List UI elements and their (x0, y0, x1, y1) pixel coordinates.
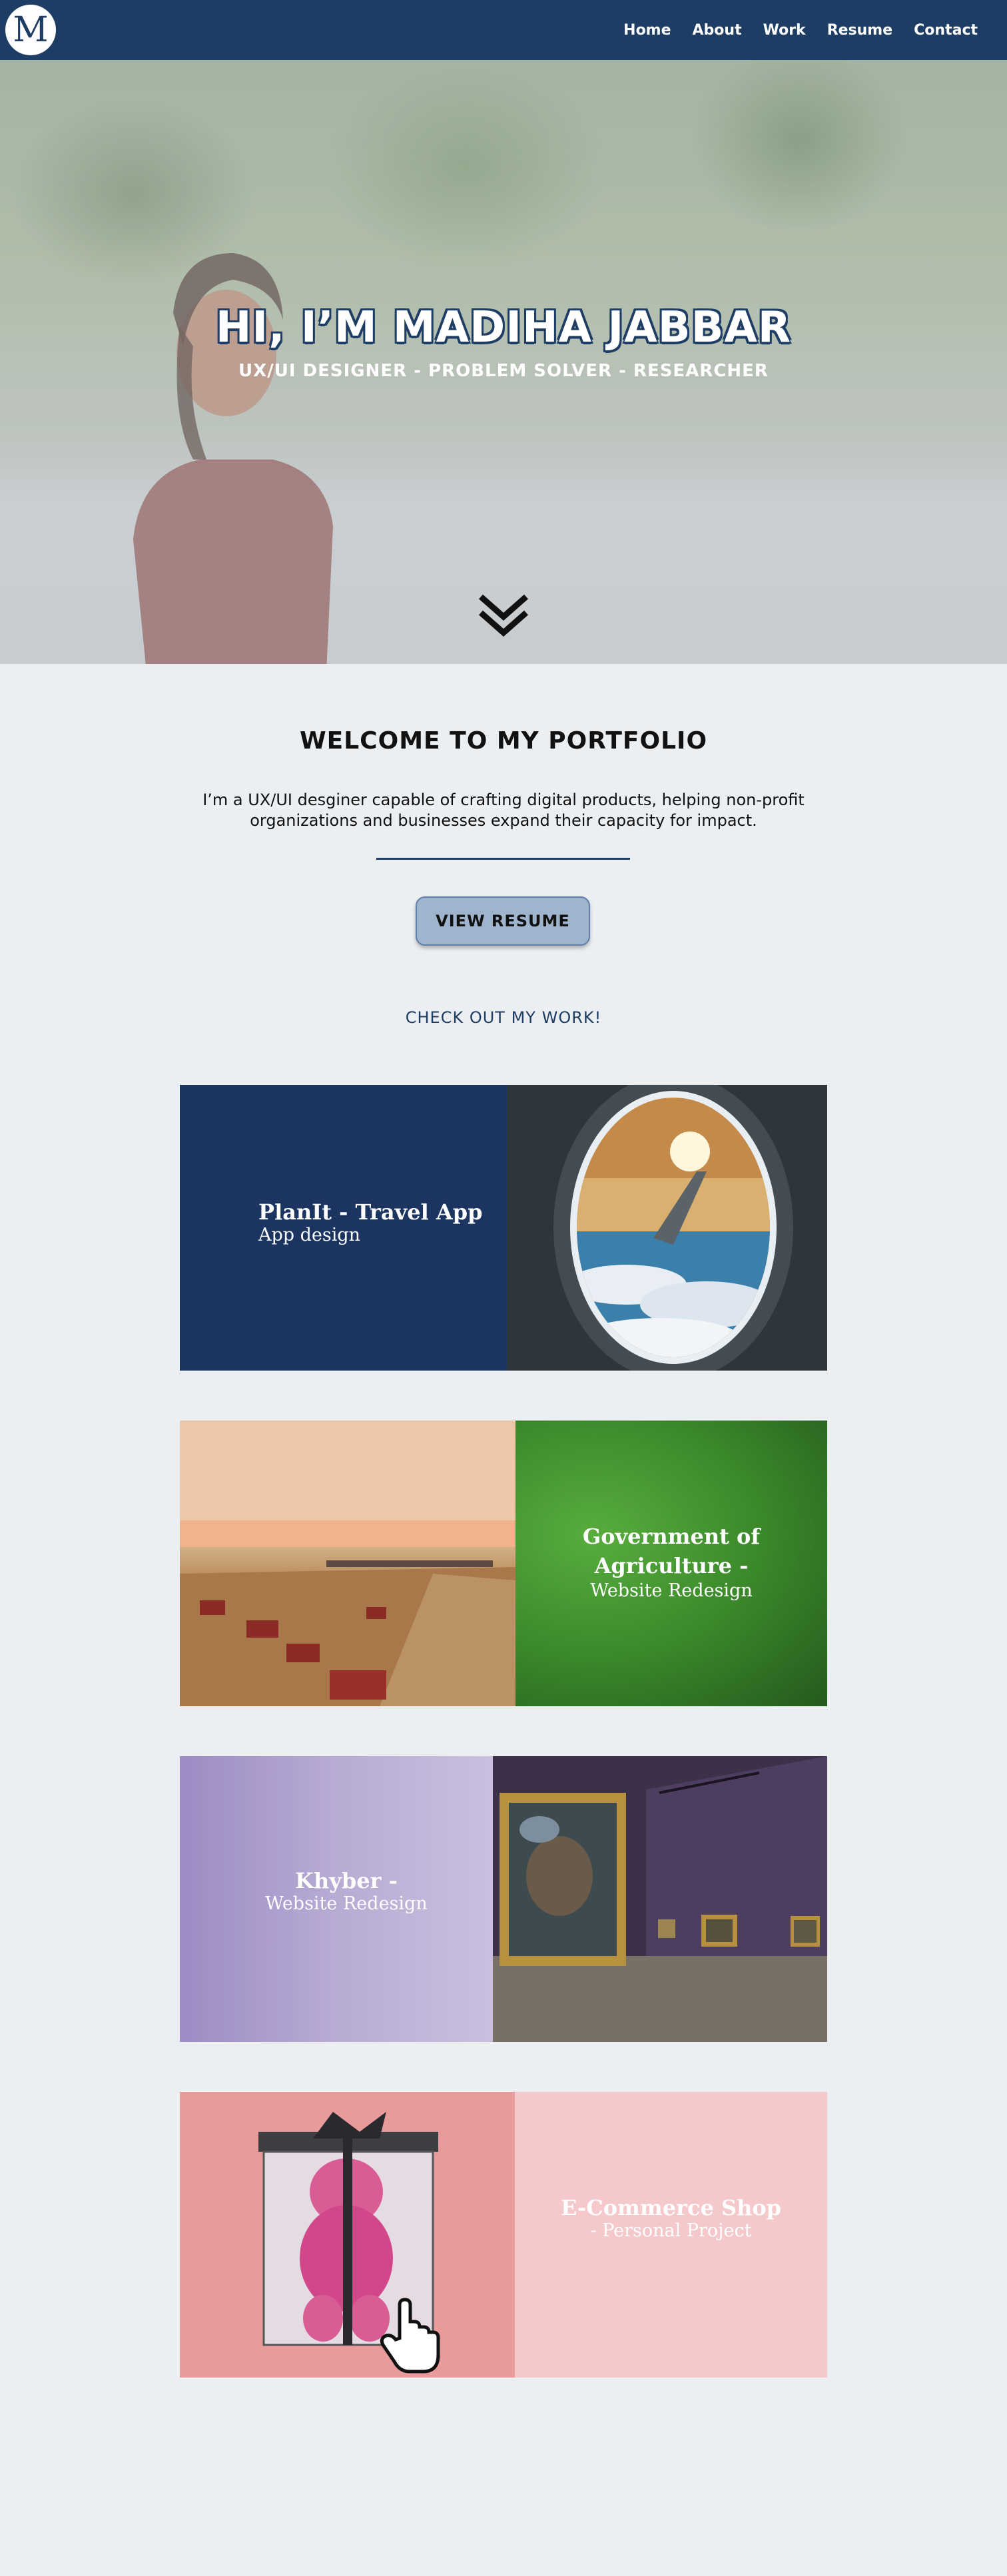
project-card-caption: E-Commerce Shop - Personal Project (515, 2195, 827, 2241)
project-subtitle: Website Redesign (590, 1580, 753, 1601)
project-card-caption: Government of Agriculture - Website Rede… (515, 1522, 827, 1601)
project-subtitle: Website Redesign (265, 1893, 428, 1914)
project-card-khyber[interactable]: Khyber - Website Redesign (180, 1756, 827, 2042)
project-card-planit[interactable]: PlanIt - Travel App App design (180, 1085, 827, 1371)
logo[interactable]: M (5, 5, 56, 55)
section-divider (376, 858, 630, 860)
project-title: Government of Agriculture - (582, 1524, 761, 1578)
art-gallery-image (493, 1756, 827, 2042)
welcome-intro-text: I’m a UX/UI desginer capable of crafting… (202, 791, 805, 830)
nav-link-about[interactable]: About (693, 22, 742, 39)
project-subtitle: App design (258, 1225, 361, 1245)
double-chevron-down-icon[interactable] (477, 593, 530, 638)
gift-box-image (180, 2092, 515, 2378)
hero-subtitle: UX/UI DESIGNER - PROBLEM SOLVER - RESEAR… (238, 361, 769, 381)
view-resume-button[interactable]: VIEW RESUME (416, 896, 590, 946)
project-card-ecommerce[interactable]: E-Commerce Shop - Personal Project (180, 2092, 827, 2378)
project-subtitle: - Personal Project (590, 2220, 752, 2241)
project-card-agriculture[interactable]: Government of Agriculture - Website Rede… (180, 1421, 827, 1706)
project-title: Khyber - (295, 1868, 398, 1893)
project-title: PlanIt - Travel App (258, 1199, 483, 1225)
top-navigation: M Home About Work Resume Contact (0, 0, 1007, 60)
airplane-window-image (507, 1085, 827, 1371)
logo-letter: M (13, 10, 49, 50)
hero-title: HI, I’M MADIHA JABBAR (215, 303, 792, 352)
project-card-caption: Khyber - Website Redesign (180, 1868, 513, 1914)
hero-banner: HI, I’M MADIHA JABBAR UX/UI DESIGNER - P… (0, 60, 1007, 664)
nav-link-contact[interactable]: Contact (914, 22, 978, 39)
welcome-heading: WELCOME TO MY PORTFOLIO (299, 727, 708, 755)
work-heading: CHECK OUT MY WORK! (405, 1008, 602, 1027)
nav-links: Home About Work Resume Contact (623, 0, 978, 60)
project-card-caption: PlanIt - Travel App App design (258, 1199, 482, 1245)
nav-link-home[interactable]: Home (623, 22, 671, 39)
project-title: E-Commerce Shop (560, 2195, 782, 2220)
harvest-field-image (180, 1421, 515, 1706)
nav-link-resume[interactable]: Resume (827, 22, 892, 39)
nav-link-work[interactable]: Work (763, 22, 806, 39)
